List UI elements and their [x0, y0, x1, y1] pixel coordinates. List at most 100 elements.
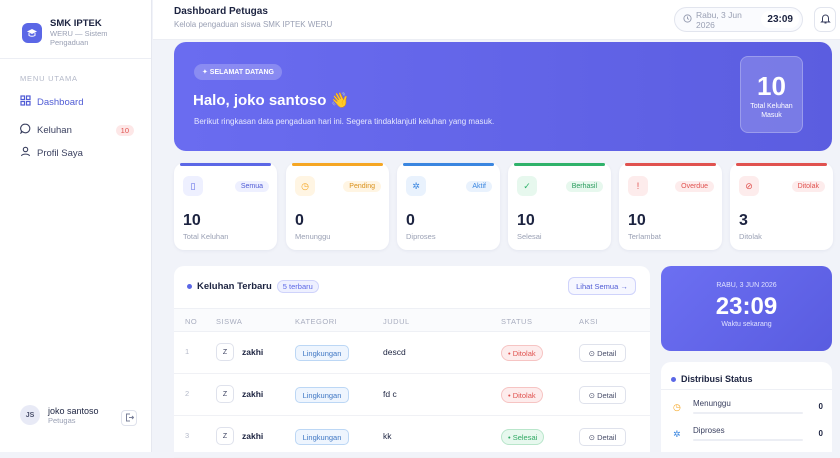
column-header: JUDUL: [383, 317, 410, 326]
sidebar-item-keluhan[interactable]: Keluhan 10: [20, 120, 140, 140]
student-name: zakhi: [242, 389, 264, 399]
spinner-icon: ✲: [673, 429, 681, 439]
brand: SMK IPTEK WERU — Sistem Pengaduan: [0, 0, 151, 56]
alert-icon: !: [628, 176, 648, 196]
chat-icon: [20, 123, 31, 137]
status-badge: Overdue: [675, 181, 714, 192]
clock-icon: ◷: [295, 176, 315, 196]
user-icon: [20, 146, 31, 160]
clock-date: RABU, 3 JUN 2026: [716, 282, 777, 289]
student-avatar: Z: [216, 385, 234, 403]
column-header: STATUS: [501, 317, 533, 326]
stat-label: Total Keluhan: [183, 232, 229, 241]
stat-value: 10: [628, 212, 646, 229]
topbar: Dashboard Petugas Kelola pengaduan siswa…: [153, 0, 840, 40]
detail-button[interactable]: ⊙ Detail: [579, 428, 626, 446]
clock-label: Waktu sekarang: [721, 321, 772, 328]
total-keluhan-label: Total Keluhan Masuk: [750, 103, 793, 119]
complaint-title: descd: [383, 347, 406, 357]
user-profile[interactable]: JS joko santoso Petugas: [20, 405, 99, 425]
date-time-display: Rabu, 3 Jun 2026 23:09: [674, 7, 803, 32]
view-all-button[interactable]: Lihat Semua →: [568, 277, 636, 295]
distribution-title: Distribusi Status: [681, 374, 753, 384]
logout-button[interactable]: [121, 410, 137, 426]
stat-card-total[interactable]: ▯ Semua 10 Total Keluhan: [174, 163, 277, 250]
stat-card-pending[interactable]: ◷ Pending 0 Menunggu: [286, 163, 389, 250]
logout-icon: [125, 409, 134, 427]
graduation-cap-icon: [22, 22, 42, 43]
distribution-label: Diproses: [693, 426, 725, 435]
category-badge: Lingkungan: [295, 345, 349, 361]
table-count-badge: 5 terbaru: [276, 280, 319, 293]
column-header: NO: [185, 317, 198, 326]
column-header: SISWA: [216, 317, 243, 326]
avatar: JS: [20, 405, 40, 425]
sidebar-item-label: Dashboard: [37, 96, 84, 108]
recent-complaints-table: Keluhan Terbaru 5 terbaru Lihat Semua → …: [174, 266, 650, 458]
welcome-pill: ✦ SELAMAT DATANG: [194, 64, 282, 80]
page-title: Dashboard Petugas: [174, 6, 268, 17]
complaint-title: fd c: [383, 389, 397, 399]
distribution-row: ◷ Menunggu 0: [673, 399, 823, 417]
block-icon: ⊘: [739, 176, 759, 196]
brand-subtitle: WERU — Sistem: [50, 29, 108, 38]
page-subtitle: Kelola pengaduan siswa SMK IPTEK WERU: [174, 20, 333, 29]
row-number: 1: [185, 347, 190, 356]
stat-card-selesai[interactable]: ✓ Berhasil 10 Selesai: [508, 163, 611, 250]
notification-button[interactable]: [814, 7, 836, 32]
column-header: KATEGORI: [295, 317, 338, 326]
greeting: Halo, joko santoso 👋: [193, 92, 350, 109]
check-circle-icon: ✓: [517, 176, 537, 196]
table-row[interactable]: 2 Z zakhi Lingkungan fd c • Ditolak ⊙ De…: [174, 374, 650, 416]
status-badge: Pending: [343, 181, 381, 192]
sidebar-item-profil[interactable]: Profil Saya: [20, 143, 140, 163]
keluhan-count-badge: 10: [115, 124, 134, 136]
stat-value: 10: [183, 212, 201, 229]
distribution-header: Distribusi Status: [671, 374, 753, 384]
clock-icon: [683, 14, 692, 25]
sidebar-item-label: Profil Saya: [37, 147, 83, 159]
detail-button[interactable]: ⊙ Detail: [579, 344, 626, 362]
status-badge: • Ditolak: [501, 345, 543, 361]
distribution-value: 0: [818, 402, 823, 411]
category-badge: Lingkungan: [295, 429, 349, 445]
status-badge: • Selesai: [501, 429, 545, 445]
student-name: zakhi: [242, 347, 264, 357]
distribution-value: 0: [818, 429, 823, 438]
distribution-label: Menunggu: [693, 399, 731, 408]
student-avatar: Z: [216, 343, 234, 361]
brand-subtitle-2: Pengaduan: [50, 38, 89, 47]
table-title: Keluhan Terbaru: [197, 281, 272, 292]
student-name: zakhi: [242, 431, 264, 441]
table-columns: NO SISWA KATEGORI JUDUL STATUS AKSI: [174, 308, 650, 332]
table-row[interactable]: 1 Z zakhi Lingkungan descd • Ditolak ⊙ D…: [174, 332, 650, 374]
stat-card-terlambat[interactable]: ! Overdue 10 Terlambat: [619, 163, 722, 250]
sidebar-item-label: Keluhan: [37, 124, 72, 136]
detail-button[interactable]: ⊙ Detail: [579, 386, 626, 404]
stat-label: Selesai: [517, 232, 542, 241]
category-badge: Lingkungan: [295, 387, 349, 403]
stat-label: Menunggu: [295, 232, 331, 241]
table-header: Keluhan Terbaru 5 terbaru: [187, 280, 319, 293]
brand-name: SMK IPTEK: [50, 18, 102, 29]
user-role: Petugas: [48, 415, 76, 425]
sidebar-item-dashboard[interactable]: Dashboard: [20, 92, 140, 112]
document-icon: ▯: [183, 176, 203, 196]
stat-card-ditolak[interactable]: ⊘ Ditolak 3 Ditolak: [730, 163, 833, 250]
welcome-banner: ✦ SELAMAT DATANG Halo, joko santoso 👋 Be…: [174, 42, 832, 151]
sidebar: SMK IPTEK WERU — Sistem Pengaduan MENU U…: [0, 0, 152, 452]
stat-value: 10: [517, 212, 535, 229]
banner-description: Berikut ringkasan data pengaduan hari in…: [194, 117, 495, 126]
grid-icon: [20, 95, 31, 109]
spinner-icon: ✲: [406, 176, 426, 196]
stat-card-diproses[interactable]: ✲ Aktif 0 Diproses: [397, 163, 500, 250]
clock-time: 23:09: [715, 293, 778, 320]
stat-value: 3: [739, 212, 748, 229]
status-badge: • Ditolak: [501, 387, 543, 403]
menu-title: MENU UTAMA: [20, 74, 78, 83]
row-number: 2: [185, 389, 190, 398]
status-badge: Berhasil: [565, 181, 603, 192]
current-time: 23:09: [761, 11, 799, 28]
status-badge: Ditolak: [791, 181, 825, 192]
complaint-title: kk: [383, 431, 392, 441]
